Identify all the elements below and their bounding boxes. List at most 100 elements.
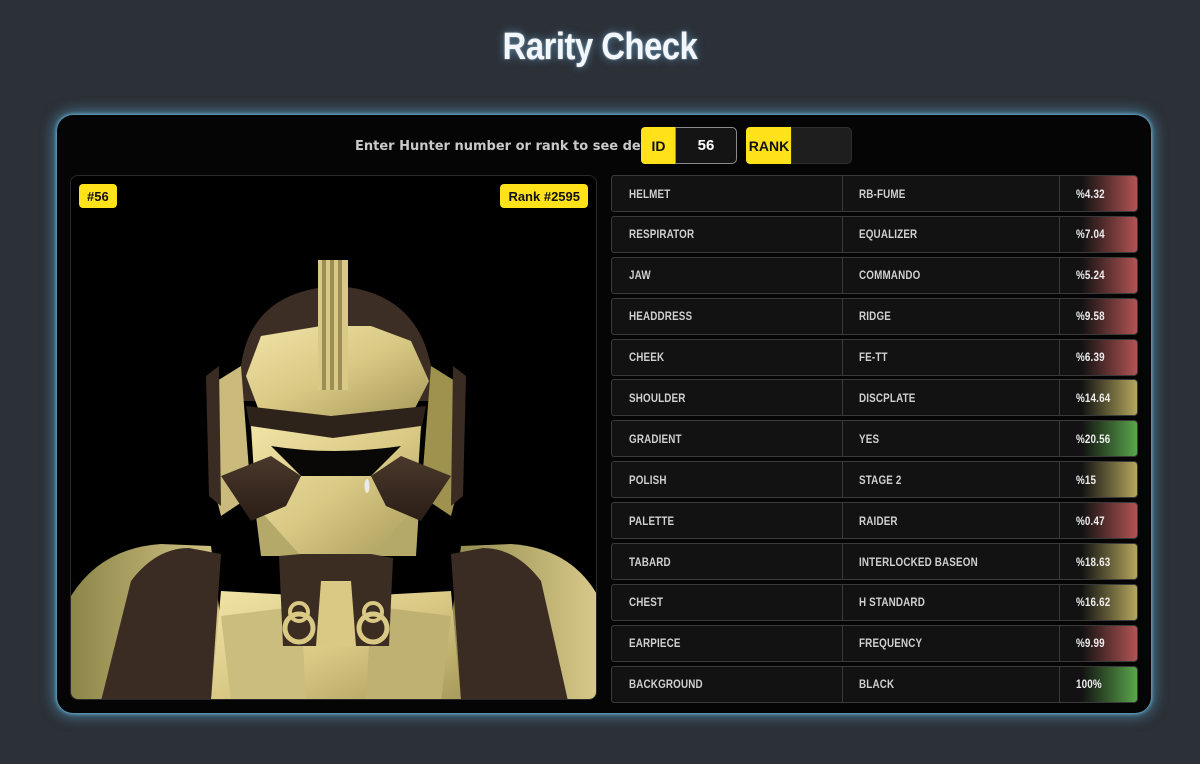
hunter-helmet-image bbox=[71, 176, 596, 699]
trait-value-text: COMMANDO bbox=[859, 268, 921, 283]
trait-value: DISCPLATE bbox=[842, 379, 1060, 417]
trait-row: HEADDRESS RIDGE %9.58 bbox=[611, 297, 1139, 335]
trait-name: CHEST bbox=[611, 583, 843, 621]
trait-percent: %18.63 bbox=[1059, 543, 1138, 581]
trait-name-text: CHEEK bbox=[629, 350, 665, 365]
trait-name-text: RESPIRATOR bbox=[629, 227, 695, 242]
trait-value-text: RIDGE bbox=[859, 309, 891, 324]
trait-value: RB-FUME bbox=[842, 175, 1060, 212]
trait-row: CHEST H STANDARD %16.62 bbox=[611, 583, 1139, 621]
trait-percent-text: %16.62 bbox=[1076, 595, 1111, 610]
trait-row: SHOULDER DISCPLATE %14.64 bbox=[611, 379, 1139, 417]
hunter-rank-badge: Rank #2595 bbox=[500, 184, 588, 208]
trait-percent: %16.62 bbox=[1059, 583, 1138, 621]
traits-table: HELMET RB-FUME %4.32 RESPIRATOR EQUALIZER %7.… bbox=[611, 175, 1139, 707]
rank-input[interactable] bbox=[791, 127, 852, 164]
trait-value: H STANDARD bbox=[842, 583, 1060, 621]
search-bar: Enter Hunter number or rank to see detai… bbox=[57, 127, 1151, 164]
trait-name-text: HEADDRESS bbox=[629, 309, 693, 324]
trait-percent: %20.56 bbox=[1059, 420, 1138, 458]
trait-name-text: PALETTE bbox=[629, 513, 675, 528]
trait-name: HEADDRESS bbox=[611, 297, 843, 335]
trait-value-text: H STANDARD bbox=[859, 595, 925, 610]
trait-name-text: TABARD bbox=[629, 554, 671, 569]
trait-row: POLISH STAGE 2 %15 bbox=[611, 461, 1139, 499]
trait-percent: %0.47 bbox=[1059, 502, 1138, 540]
trait-row: RESPIRATOR EQUALIZER %7.04 bbox=[611, 215, 1139, 253]
trait-percent: %9.99 bbox=[1059, 624, 1138, 662]
trait-row: PALETTE RAIDER %0.47 bbox=[611, 502, 1139, 540]
trait-name: JAW bbox=[611, 256, 843, 294]
trait-value-text: DISCPLATE bbox=[859, 390, 916, 405]
trait-value-text: YES bbox=[859, 431, 880, 446]
trait-row: HELMET RB-FUME %4.32 bbox=[611, 175, 1139, 212]
trait-value: INTERLOCKED BASEON bbox=[842, 543, 1060, 581]
trait-percent: %9.58 bbox=[1059, 297, 1138, 335]
trait-value-text: INTERLOCKED BASEON bbox=[859, 554, 978, 569]
trait-name-text: HELMET bbox=[629, 186, 671, 201]
trait-value-text: FE-TT bbox=[859, 350, 888, 365]
trait-percent-text: %18.63 bbox=[1076, 554, 1111, 569]
trait-percent: %7.04 bbox=[1059, 215, 1138, 253]
trait-name-text: POLISH bbox=[629, 472, 667, 487]
search-prompt: Enter Hunter number or rank to see detai… bbox=[355, 139, 673, 154]
trait-value: EQUALIZER bbox=[842, 215, 1060, 253]
trait-value: RIDGE bbox=[842, 297, 1060, 335]
id-input[interactable] bbox=[675, 127, 737, 164]
trait-row: EARPIECE FREQUENCY %9.99 bbox=[611, 624, 1139, 662]
trait-row: BACKGROUND BLACK 100% bbox=[611, 665, 1139, 703]
trait-percent-text: %0.47 bbox=[1076, 513, 1105, 528]
trait-value: YES bbox=[842, 420, 1060, 458]
rank-label: RANK bbox=[746, 127, 792, 164]
trait-percent-text: %9.58 bbox=[1076, 309, 1105, 324]
trait-row: GRADIENT YES %20.56 bbox=[611, 420, 1139, 458]
trait-name: GRADIENT bbox=[611, 420, 843, 458]
hunter-image-card: #56 Rank #2595 bbox=[70, 175, 597, 700]
trait-value: RAIDER bbox=[842, 502, 1060, 540]
trait-value-text: FREQUENCY bbox=[859, 636, 923, 651]
hunter-id-badge: #56 bbox=[79, 184, 117, 208]
trait-percent-text: %15 bbox=[1076, 472, 1097, 487]
trait-name-text: CHEST bbox=[629, 595, 664, 610]
trait-name: EARPIECE bbox=[611, 624, 843, 662]
trait-value-text: RB-FUME bbox=[859, 186, 906, 201]
trait-name-text: EARPIECE bbox=[629, 636, 681, 651]
trait-percent: %5.24 bbox=[1059, 256, 1138, 294]
trait-value-text: RAIDER bbox=[859, 513, 898, 528]
trait-percent: %4.32 bbox=[1059, 175, 1138, 212]
trait-percent-text: %4.32 bbox=[1076, 186, 1105, 201]
id-label: ID bbox=[641, 127, 676, 164]
trait-value: BLACK bbox=[842, 665, 1060, 703]
trait-name: SHOULDER bbox=[611, 379, 843, 417]
trait-value-text: BLACK bbox=[859, 677, 895, 692]
trait-value-text: STAGE 2 bbox=[859, 472, 902, 487]
trait-value: FE-TT bbox=[842, 338, 1060, 376]
trait-name-text: GRADIENT bbox=[629, 431, 682, 446]
trait-percent: %14.64 bbox=[1059, 379, 1138, 417]
trait-name: BACKGROUND bbox=[611, 665, 843, 703]
trait-percent-text: %20.56 bbox=[1076, 431, 1111, 446]
trait-name: CHEEK bbox=[611, 338, 843, 376]
trait-percent: %6.39 bbox=[1059, 338, 1138, 376]
trait-name: PALETTE bbox=[611, 502, 843, 540]
trait-percent: 100% bbox=[1059, 665, 1138, 703]
trait-row: CHEEK FE-TT %6.39 bbox=[611, 338, 1139, 376]
trait-value: STAGE 2 bbox=[842, 461, 1060, 499]
trait-name: POLISH bbox=[611, 461, 843, 499]
trait-name-text: BACKGROUND bbox=[629, 677, 703, 692]
trait-name: RESPIRATOR bbox=[611, 215, 843, 253]
trait-name: TABARD bbox=[611, 543, 843, 581]
trait-name: HELMET bbox=[611, 175, 843, 212]
trait-row: JAW COMMANDO %5.24 bbox=[611, 256, 1139, 294]
rarity-panel: Enter Hunter number or rank to see detai… bbox=[57, 115, 1151, 713]
trait-name-text: SHOULDER bbox=[629, 390, 686, 405]
trait-row: TABARD INTERLOCKED BASEON %18.63 bbox=[611, 543, 1139, 581]
trait-percent-text: %5.24 bbox=[1076, 268, 1105, 283]
trait-percent-text: %7.04 bbox=[1076, 227, 1105, 242]
trait-name-text: JAW bbox=[629, 268, 651, 283]
trait-percent-text: %6.39 bbox=[1076, 350, 1105, 365]
trait-percent: %15 bbox=[1059, 461, 1138, 499]
trait-percent-text: 100% bbox=[1076, 677, 1102, 692]
trait-value-text: EQUALIZER bbox=[859, 227, 918, 242]
trait-value: COMMANDO bbox=[842, 256, 1060, 294]
